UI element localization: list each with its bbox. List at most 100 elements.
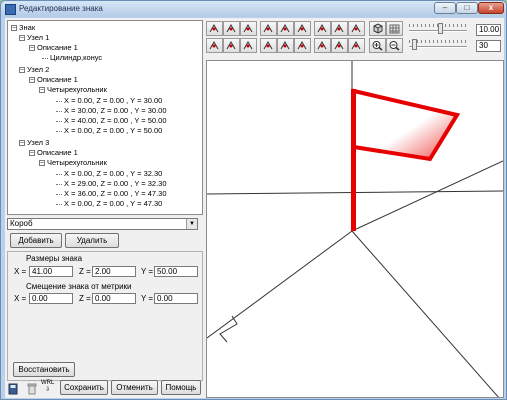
tree-item-point[interactable]: X = 29.00, Z = 0.00 , Y = 32.30 — [56, 179, 167, 189]
title-bar[interactable]: Редактирование знака – □ x — [1, 1, 506, 17]
tree-label: X = 0.00, Z = 0.00 , Y = 30.00 — [64, 96, 163, 105]
tree-item-node2[interactable]: – Узел 2 — [19, 65, 49, 75]
tree-item-point[interactable]: X = 30.00, Z = 0.00 , Y = 30.00 — [56, 106, 167, 116]
cube-icon[interactable] — [369, 21, 386, 36]
tree-item-node2-shape[interactable]: – Четырехугольник — [39, 85, 107, 95]
view-yx-button[interactable] — [240, 38, 257, 53]
chevron-down-icon[interactable]: ▼ — [186, 219, 197, 229]
tree-label: Узел 3 — [27, 138, 50, 147]
view-xz-button[interactable] — [206, 21, 223, 36]
trash-icon[interactable] — [27, 383, 37, 397]
floppy-icon[interactable] — [8, 383, 18, 397]
view-zy-button[interactable] — [223, 21, 240, 36]
zoom-in-icon[interactable] — [369, 38, 386, 53]
tree-item-point[interactable]: X = 36.00, Z = 0.00 , Y = 47.30 — [56, 189, 167, 199]
view-zx-button[interactable] — [206, 38, 223, 53]
tree-item-node1-desc[interactable]: – Описание 1 — [29, 43, 78, 53]
slider-thumb[interactable] — [411, 39, 417, 50]
size-z-input[interactable]: 2.00 — [92, 266, 136, 277]
angle-value-field[interactable]: 30 — [476, 40, 501, 52]
view-yz-button[interactable] — [223, 38, 240, 53]
3d-viewport[interactable] — [206, 60, 504, 398]
slider-thumb[interactable] — [438, 23, 444, 34]
tree-item-point[interactable]: X = 0.00, Z = 0.00 , Y = 32.30 — [56, 169, 162, 179]
tree-label: X = 30.00, Z = 0.00 , Y = 30.00 — [64, 106, 167, 115]
offset-y-input[interactable]: 0.00 — [154, 293, 198, 304]
tree-label: Цилиндр,конус — [50, 53, 103, 62]
tree-item-node1-shape[interactable]: Цилиндр,конус — [42, 53, 102, 63]
angle-slider[interactable] — [409, 38, 467, 51]
rotate-z-ccw-button[interactable] — [260, 38, 277, 53]
tree-label: X = 0.00, Z = 0.00 , Y = 50.00 — [64, 126, 163, 135]
tree-label: Описание 1 — [37, 148, 78, 157]
rotate-x-cw-button[interactable] — [294, 21, 311, 36]
flag-shape — [352, 88, 461, 162]
offset-z-input[interactable]: 0.00 — [92, 293, 136, 304]
tree-label: Четырехугольник — [47, 158, 107, 167]
delete-button[interactable]: Удалить — [65, 233, 119, 248]
scene-canvas — [207, 61, 503, 397]
tree-label: Описание 1 — [37, 75, 78, 84]
axis-marker — [219, 315, 238, 343]
move-y-up-button[interactable] — [331, 21, 348, 36]
size-title: Размеры знака — [26, 254, 83, 263]
rotate-y-cw-button[interactable] — [277, 21, 294, 36]
tree-item-node1[interactable]: – Узел 1 — [19, 33, 49, 43]
maximize-button[interactable]: □ — [456, 2, 478, 14]
zoom-out-icon[interactable] — [386, 38, 403, 53]
zoom-value-field[interactable]: 10.00 — [476, 24, 501, 36]
minimize-button[interactable]: – — [434, 2, 456, 14]
tree-item-node3-shape[interactable]: – Четырехугольник — [39, 158, 107, 168]
tree-label: X = 0.00, Z = 0.00 , Y = 47.30 — [64, 199, 163, 208]
tree-label: X = 36.00, Z = 0.00 , Y = 47.30 — [64, 189, 167, 198]
grid-icon[interactable] — [386, 21, 403, 36]
axis-y-neg — [351, 230, 499, 397]
move-y-down-button[interactable] — [331, 38, 348, 53]
sign-tree[interactable]: – Знак – Узел 1 – Описание 1 Цилиндр,конус … — [7, 20, 203, 215]
tree-label: Знак — [19, 23, 36, 32]
zoom-slider[interactable] — [409, 22, 467, 35]
size-y-input[interactable]: 50.00 — [154, 266, 198, 277]
close-button[interactable]: x — [478, 2, 504, 14]
move-z-up-button[interactable] — [314, 21, 331, 36]
slider-track — [409, 46, 467, 48]
wrl-label: WRL — [41, 380, 55, 386]
app-icon — [5, 4, 16, 15]
size-x-label: X = — [14, 267, 27, 276]
help-button[interactable]: Помощь — [161, 380, 201, 395]
tree-item-node3-desc[interactable]: – Описание 1 — [29, 148, 78, 158]
tree-label: Узел 2 — [27, 65, 50, 74]
rotate-y-ccw-button[interactable] — [277, 38, 294, 53]
move-x-down-button[interactable] — [348, 38, 365, 53]
cancel-button[interactable]: Отменить — [111, 380, 158, 395]
move-z-down-button[interactable] — [314, 38, 331, 53]
tree-label: Четырехугольник — [47, 85, 107, 94]
tree-label: Описание 1 — [37, 43, 78, 52]
rotate-x-ccw-button[interactable] — [294, 38, 311, 53]
view-xy-button[interactable] — [240, 21, 257, 36]
rotate-z-cw-button[interactable] — [260, 21, 277, 36]
tree-item-node3[interactable]: – Узел 3 — [19, 138, 49, 148]
tree-item-root[interactable]: – Знак — [11, 23, 35, 33]
tree-label: Узел 1 — [27, 33, 50, 42]
tree-item-point[interactable]: X = 0.00, Z = 0.00 , Y = 50.00 — [56, 126, 162, 136]
slider-ticks — [409, 40, 467, 43]
tree-label: X = 29.00, Z = 0.00 , Y = 32.30 — [64, 179, 167, 188]
primitive-type-select[interactable]: Короб ▼ — [7, 218, 198, 230]
tree-label: X = 0.00, Z = 0.00 , Y = 32.30 — [64, 169, 163, 178]
size-z-label: Z = — [79, 267, 91, 276]
offset-z-label: Z = — [79, 294, 91, 303]
offset-x-input[interactable]: 0.00 — [29, 293, 73, 304]
add-button[interactable]: Добавить — [10, 233, 62, 248]
restore-button[interactable]: Восстановить — [13, 362, 75, 377]
tree-item-point[interactable]: X = 0.00, Z = 0.00 , Y = 30.00 — [56, 96, 162, 106]
tree-item-point[interactable]: X = 0.00, Z = 0.00 , Y = 47.30 — [56, 199, 162, 209]
save-button[interactable]: Сохранить — [60, 380, 108, 395]
move-x-up-button[interactable] — [348, 21, 365, 36]
client-area: – Знак – Узел 1 – Описание 1 Цилиндр,конус … — [5, 18, 504, 398]
tree-item-node2-desc[interactable]: – Описание 1 — [29, 75, 78, 85]
size-x-input[interactable]: 41.00 — [29, 266, 73, 277]
wrl-export-icon[interactable]: WRL ⇩ — [41, 380, 54, 394]
size-panel: Размеры знака X = 41.00 Z = 2.00 Y = 50.… — [7, 251, 203, 381]
tree-item-point[interactable]: X = 40.00, Z = 0.00 , Y = 50.00 — [56, 116, 167, 126]
